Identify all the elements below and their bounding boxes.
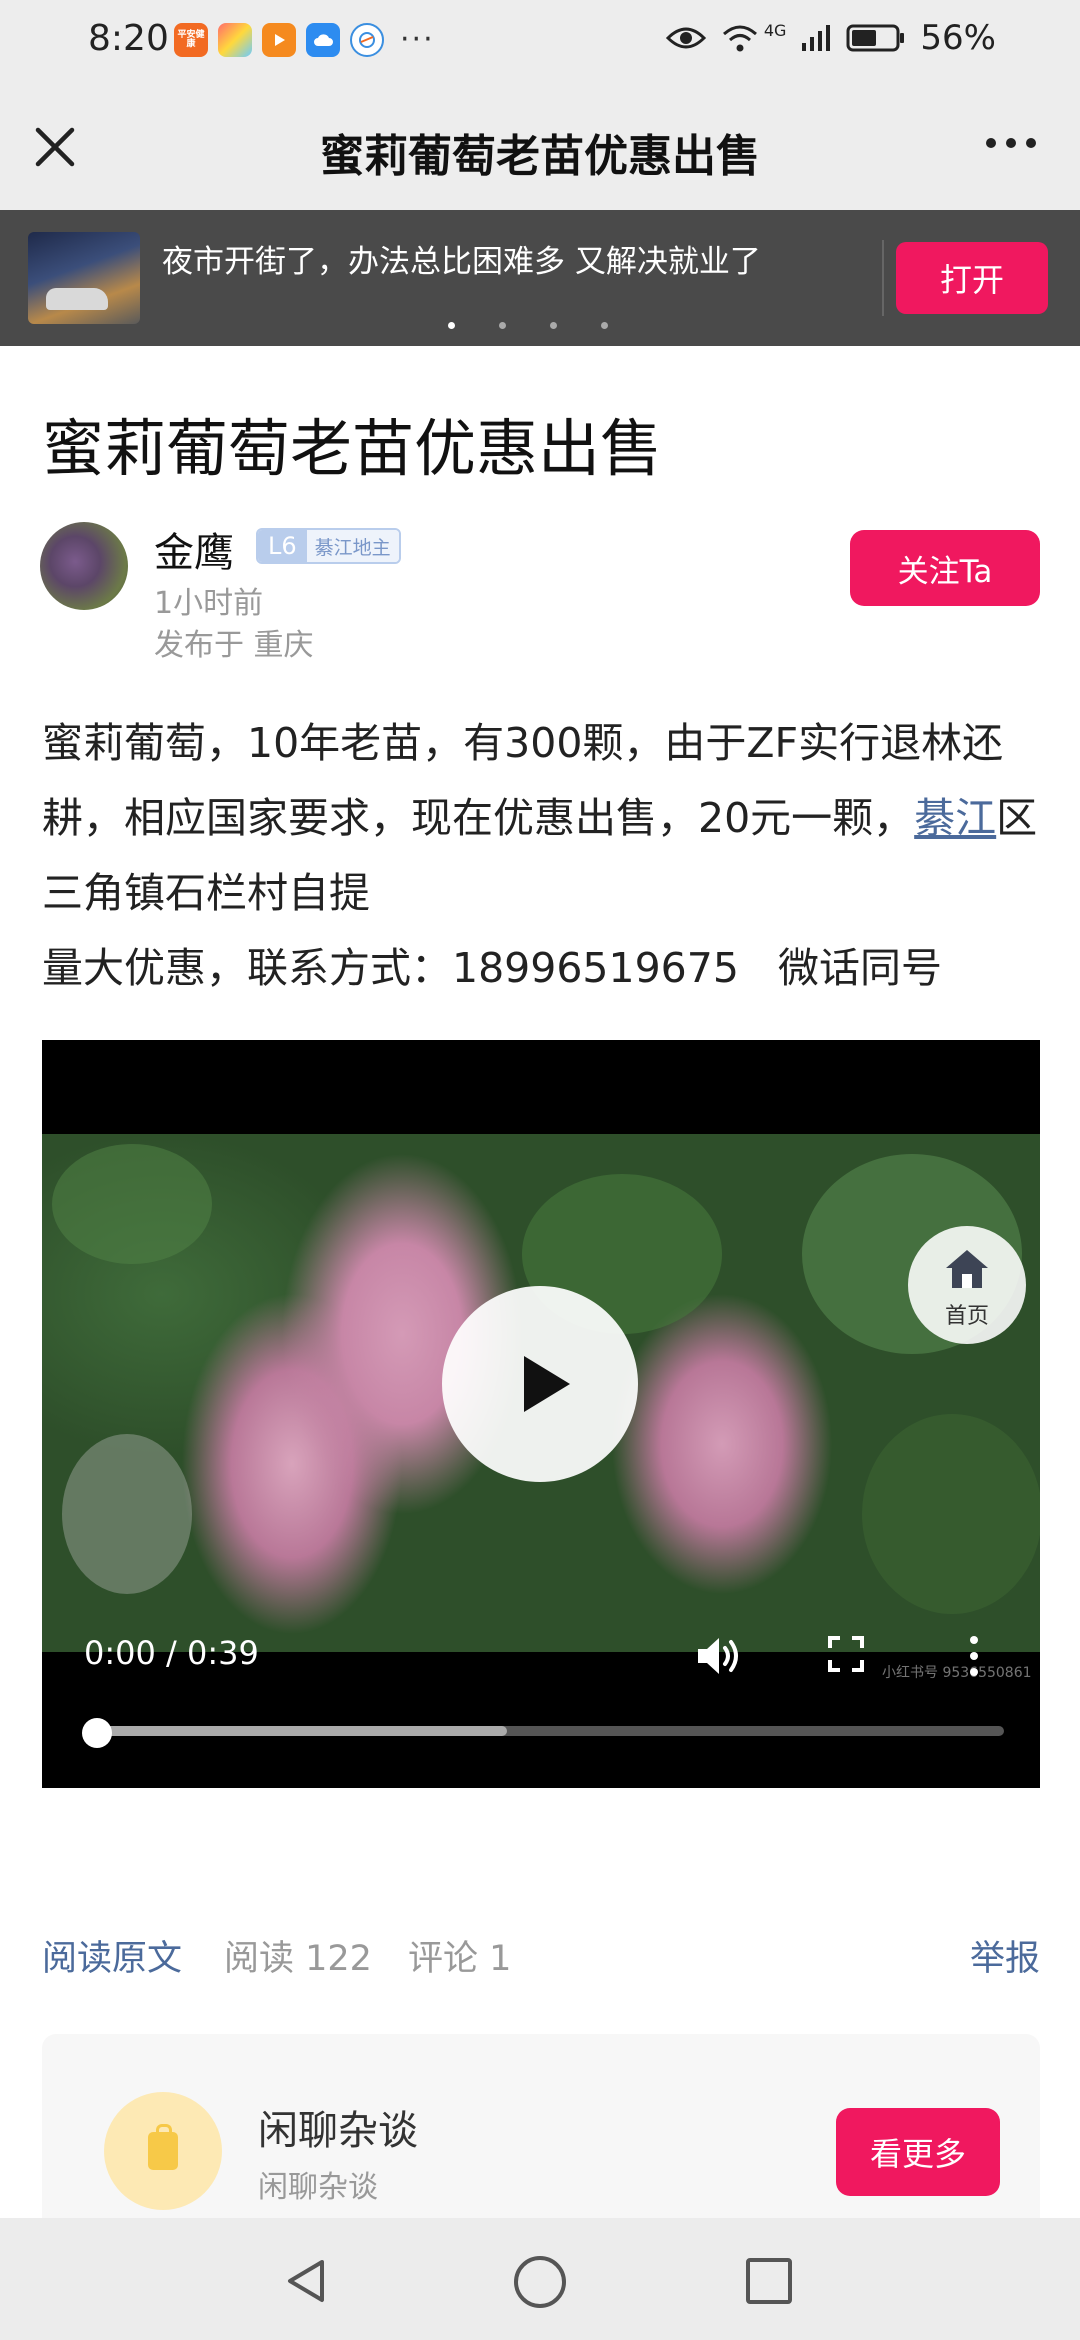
bag-icon — [148, 2124, 178, 2170]
health-app-icon: 平安健康 — [174, 22, 208, 57]
circle-avatar — [104, 2092, 222, 2210]
article-body: 蜜莉葡萄，10年老苗，有300颗，由于ZF实行退林还耕，相应国家要求，现在优惠出… — [42, 706, 1042, 1006]
home-float-label: 首页 — [944, 1304, 989, 1329]
wifi-icon — [722, 25, 757, 52]
browser-app-icon — [350, 22, 384, 57]
play-icon — [524, 1356, 570, 1412]
video-buffer-bar — [100, 1726, 507, 1736]
app-promo-banner[interactable]: 夜市开街了，办法总比困难多 又解决就业了 打开 — [0, 210, 1080, 346]
body-text-part: 蜜莉葡萄，10年老苗，有300颗，由于ZF实行退林还耕，相应国家要求，现在优惠出… — [42, 719, 1004, 842]
video-progress-bar[interactable] — [100, 1726, 1004, 1736]
level-title: 綦江地主 — [306, 530, 399, 562]
post-time: 1小时前 — [154, 586, 264, 621]
recent-apps-icon[interactable] — [746, 2258, 792, 2304]
banner-dot — [448, 322, 455, 329]
battery-percent: 56% — [920, 18, 996, 58]
author-name[interactable]: 金鹰 — [154, 520, 234, 578]
status-bar: 8:20 平安健康 ··· 4G 56% — [0, 0, 1080, 84]
back-icon[interactable] — [282, 2256, 332, 2306]
level-value: L6 — [258, 530, 307, 562]
circle-subtitle: 闲聊杂谈 — [258, 2170, 378, 2205]
signal-icon — [802, 25, 831, 51]
video-time: 0:00 / 0:39 — [84, 1634, 259, 1672]
circle-name: 闲聊杂谈 — [258, 2108, 418, 2154]
article-title: 蜜莉葡萄老苗优惠出售 — [42, 412, 663, 485]
cloud-app-icon — [306, 22, 340, 57]
banner-text: 夜市开街了，办法总比困难多 又解决就业了 — [162, 244, 761, 280]
banner-dot — [601, 322, 608, 329]
video-app-icon — [262, 22, 296, 57]
video-progress-knob[interactable] — [82, 1718, 112, 1748]
comment-count: 评论 1 — [408, 1939, 512, 1979]
contact-line: 量大优惠，联系方式：18996519675 微话同号 — [42, 944, 943, 992]
open-app-button[interactable]: 打开 — [896, 242, 1048, 314]
eye-icon — [665, 27, 706, 49]
follow-button[interactable]: 关注Ta — [850, 530, 1040, 606]
home-nav-icon[interactable] — [514, 2256, 566, 2308]
banner-dot — [550, 322, 557, 329]
play-button[interactable] — [442, 1286, 638, 1482]
post-location: 发布于 重庆 — [154, 628, 314, 663]
read-original-link[interactable]: 阅读原文 — [42, 1930, 182, 1981]
banner-divider — [882, 240, 884, 316]
more-icon[interactable] — [986, 138, 1036, 148]
colorful-app-icon — [218, 22, 252, 57]
nav-title: 蜜莉葡萄老苗优惠出售 — [320, 131, 760, 182]
author-avatar[interactable] — [40, 522, 128, 610]
banner-page-dots — [448, 322, 608, 329]
fullscreen-icon[interactable] — [828, 1636, 864, 1672]
nav-header: 蜜莉葡萄老苗优惠出售 — [0, 84, 1080, 210]
status-app-icons: 平安健康 ··· — [174, 22, 435, 57]
video-watermark: 小红书号 9536550861 — [882, 1665, 1032, 1681]
network-type: 4G — [763, 20, 787, 40]
banner-dot — [499, 322, 506, 329]
article-stats: 阅读原文 阅读 122 评论 1 举报 — [42, 1930, 1040, 1980]
see-more-button[interactable]: 看更多 — [836, 2108, 1000, 2196]
home-float-button[interactable]: 首页 — [908, 1226, 1026, 1344]
status-more-dots: ··· — [400, 22, 435, 57]
home-icon — [946, 1250, 988, 1288]
volume-icon[interactable] — [694, 1634, 742, 1678]
battery-icon — [846, 24, 905, 52]
level-badge: L6 綦江地主 — [256, 528, 401, 564]
banner-thumbnail — [28, 232, 140, 324]
status-time: 8:20 — [88, 18, 169, 59]
location-link[interactable]: 綦江 — [914, 794, 996, 842]
read-count: 阅读 122 — [224, 1939, 372, 1979]
report-link[interactable]: 举报 — [970, 1930, 1040, 1981]
video-player[interactable]: 首页 0:00 / 0:39 小红书号 9536550861 — [42, 1040, 1040, 1788]
status-right: 4G 56% — [665, 18, 996, 58]
system-nav-bar — [0, 2218, 1080, 2340]
